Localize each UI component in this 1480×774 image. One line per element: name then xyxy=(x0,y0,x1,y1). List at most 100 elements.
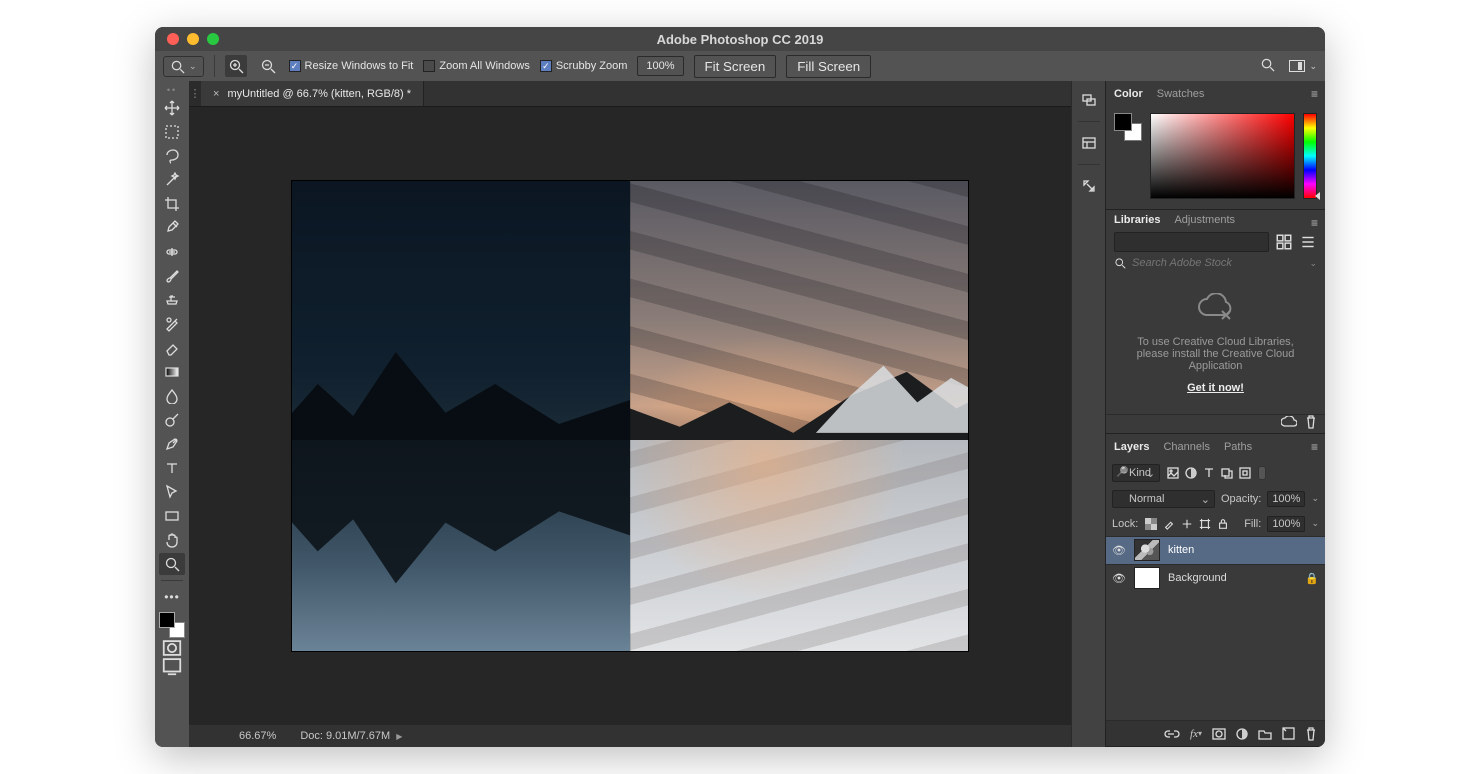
clone-stamp-tool[interactable] xyxy=(159,289,185,311)
hue-slider[interactable] xyxy=(1303,113,1317,199)
magic-wand-tool[interactable] xyxy=(159,169,185,191)
lock-transparent-icon[interactable] xyxy=(1144,517,1158,531)
library-search-input[interactable] xyxy=(1132,257,1303,269)
zoom-tool[interactable] xyxy=(159,553,185,575)
history-panel-icon[interactable] xyxy=(1076,87,1102,113)
screen-mode-toggle[interactable] xyxy=(161,658,183,674)
layer-thumbnail[interactable] xyxy=(1134,539,1160,561)
filter-adjustment-icon[interactable] xyxy=(1184,466,1198,480)
dodge-tool[interactable] xyxy=(159,409,185,431)
color-fg-bg-swatch[interactable] xyxy=(1114,113,1142,141)
status-zoom-field[interactable]: 66.67% xyxy=(239,730,276,742)
workspace-switcher[interactable]: ⌄ xyxy=(1289,60,1317,72)
eraser-tool[interactable] xyxy=(159,337,185,359)
brush-tool[interactable] xyxy=(159,265,185,287)
fill-value[interactable]: 100% xyxy=(1267,516,1305,532)
tab-libraries[interactable]: Libraries xyxy=(1114,214,1160,226)
history-brush-tool[interactable] xyxy=(159,313,185,335)
tab-swatches[interactable]: Swatches xyxy=(1157,88,1205,100)
panel-menu-icon[interactable]: ≡ xyxy=(1311,440,1319,454)
panel-menu-icon[interactable]: ≡ xyxy=(1311,87,1319,101)
crop-tool[interactable] xyxy=(159,193,185,215)
panel-menu-icon[interactable]: ≡ xyxy=(1311,216,1319,230)
marquee-tool[interactable] xyxy=(159,121,185,143)
tools-grip[interactable]: •• xyxy=(155,85,189,95)
canvas-viewport[interactable] xyxy=(189,107,1071,725)
tool-preset-picker[interactable]: ⌄ xyxy=(163,56,204,77)
layer-thumbnail[interactable] xyxy=(1134,567,1160,589)
layer-row[interactable]: 👁 kitten xyxy=(1106,536,1325,564)
lasso-tool[interactable] xyxy=(159,145,185,167)
visibility-toggle-icon[interactable]: 👁 xyxy=(1112,544,1126,557)
filter-pixel-icon[interactable] xyxy=(1166,466,1180,480)
character-panel-icon[interactable] xyxy=(1076,173,1102,199)
close-window-button[interactable] xyxy=(167,33,179,45)
move-tool[interactable] xyxy=(159,97,185,119)
rectangle-tool[interactable] xyxy=(159,505,185,527)
eyedropper-tool[interactable] xyxy=(159,217,185,239)
healing-brush-tool[interactable] xyxy=(159,241,185,263)
close-tab-icon[interactable]: × xyxy=(213,88,219,100)
chevron-down-icon[interactable]: ⌄ xyxy=(1309,258,1317,269)
resize-windows-checkbox[interactable]: ✓Resize Windows to Fit xyxy=(289,60,414,72)
path-selection-tool[interactable] xyxy=(159,481,185,503)
color-field[interactable] xyxy=(1150,113,1295,199)
edit-toolbar-button[interactable]: ••• xyxy=(159,586,185,608)
fit-screen-button[interactable]: Fit Screen xyxy=(694,55,777,78)
minimize-window-button[interactable] xyxy=(187,33,199,45)
layer-name[interactable]: kitten xyxy=(1168,544,1194,556)
lock-all-icon[interactable] xyxy=(1216,517,1230,531)
tab-adjustments[interactable]: Adjustments xyxy=(1174,214,1235,226)
hand-tool[interactable] xyxy=(159,529,185,551)
cloud-sync-icon[interactable] xyxy=(1281,416,1297,431)
list-view-icon[interactable] xyxy=(1299,233,1317,251)
foreground-background-colors[interactable] xyxy=(159,612,185,638)
lock-image-icon[interactable] xyxy=(1162,517,1176,531)
search-icon[interactable] xyxy=(1260,57,1275,75)
group-icon[interactable] xyxy=(1258,728,1272,740)
type-tool[interactable] xyxy=(159,457,185,479)
tab-layers[interactable]: Layers xyxy=(1114,441,1149,453)
new-layer-icon[interactable] xyxy=(1282,727,1295,740)
delete-layer-icon[interactable] xyxy=(1305,727,1317,741)
filter-smart-icon[interactable] xyxy=(1238,466,1252,480)
document-tab[interactable]: × myUntitled @ 66.7% (kitten, RGB/8) * xyxy=(201,81,424,106)
opacity-value[interactable]: 100% xyxy=(1267,491,1305,507)
chevron-down-icon[interactable]: ⌄ xyxy=(1311,493,1319,504)
fill-screen-button[interactable]: Fill Screen xyxy=(786,55,871,78)
lock-artboard-icon[interactable] xyxy=(1198,517,1212,531)
zoom-value-field[interactable]: 100% xyxy=(637,56,683,76)
filter-toggle[interactable] xyxy=(1258,466,1266,480)
grid-view-icon[interactable] xyxy=(1275,233,1293,251)
status-doc-info[interactable]: Doc: 9.01M/7.67M▶ xyxy=(300,730,402,742)
tab-grip[interactable]: ⋮ xyxy=(189,81,201,106)
adjustment-layer-icon[interactable] xyxy=(1236,728,1248,740)
lock-position-icon[interactable] xyxy=(1180,517,1194,531)
tab-color[interactable]: Color xyxy=(1114,88,1143,100)
pen-tool[interactable] xyxy=(159,433,185,455)
properties-panel-icon[interactable] xyxy=(1076,130,1102,156)
get-it-now-link[interactable]: Get it now! xyxy=(1187,382,1244,394)
blend-mode-select[interactable]: Normal xyxy=(1112,490,1215,508)
layer-filter-kind[interactable]: Kind xyxy=(1112,464,1160,482)
layer-mask-icon[interactable] xyxy=(1212,728,1226,740)
library-search[interactable]: ⌄ xyxy=(1106,253,1325,274)
blur-tool[interactable] xyxy=(159,385,185,407)
tab-paths[interactable]: Paths xyxy=(1224,441,1252,453)
trash-icon[interactable] xyxy=(1305,415,1317,432)
zoom-out-icon[interactable] xyxy=(257,55,279,77)
visibility-toggle-icon[interactable]: 👁 xyxy=(1112,572,1126,585)
layer-name[interactable]: Background xyxy=(1168,572,1227,584)
filter-shape-icon[interactable] xyxy=(1220,466,1234,480)
zoom-in-icon[interactable] xyxy=(225,55,247,77)
quick-mask-toggle[interactable] xyxy=(161,640,183,656)
link-layers-icon[interactable] xyxy=(1164,728,1180,740)
layer-row[interactable]: 👁 Background 🔒 xyxy=(1106,564,1325,592)
tab-channels[interactable]: Channels xyxy=(1163,441,1209,453)
zoom-window-button[interactable] xyxy=(207,33,219,45)
filter-type-icon[interactable] xyxy=(1202,466,1216,480)
scrubby-zoom-checkbox[interactable]: ✓Scrubby Zoom xyxy=(540,60,628,72)
gradient-tool[interactable] xyxy=(159,361,185,383)
chevron-down-icon[interactable]: ⌄ xyxy=(1311,518,1319,529)
layer-style-icon[interactable]: fx▾ xyxy=(1190,728,1202,740)
